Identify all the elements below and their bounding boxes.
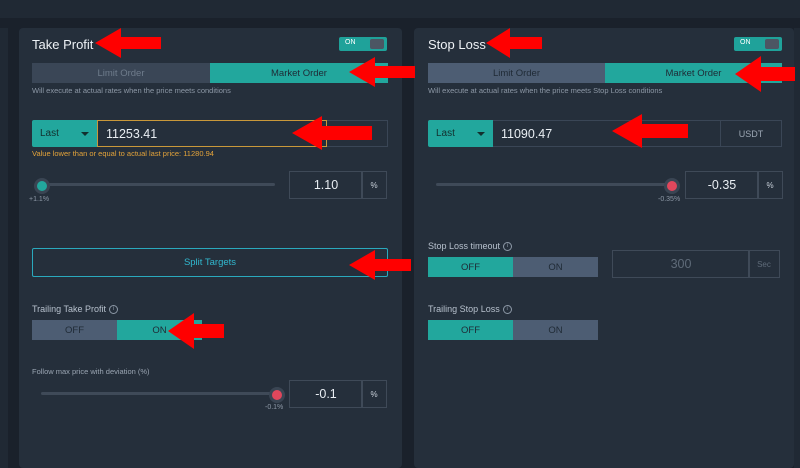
take-profit-hint: Will execute at actual rates when the pr…	[32, 86, 231, 95]
info-icon[interactable]: i	[503, 242, 513, 252]
deviation-unit: %	[361, 380, 387, 408]
red-arrow-annotation	[486, 28, 542, 58]
red-arrow-annotation	[292, 116, 372, 150]
price-source-select[interactable]: Last	[428, 120, 493, 147]
deviation-slider-track[interactable]	[41, 392, 275, 395]
toggle-label: ON	[740, 39, 751, 46]
left-edge-strip	[0, 28, 8, 468]
price-source-value: Last	[40, 128, 59, 139]
toggle-knob	[765, 39, 779, 49]
trailing-stop-loss-label: Trailing Stop Loss i	[428, 304, 512, 315]
price-source-select[interactable]: Last	[32, 120, 97, 147]
stop-loss-timeout-label: Stop Loss timeout i	[428, 241, 513, 252]
red-arrow-annotation	[95, 28, 161, 58]
top-strip	[0, 0, 800, 18]
red-arrow-annotation	[612, 114, 688, 148]
timeout-on-option[interactable]: ON	[513, 257, 598, 277]
red-arrow-annotation	[349, 57, 415, 87]
percent-unit: %	[361, 171, 387, 199]
deviation-label: Follow max price with deviation (%)	[32, 367, 150, 376]
take-profit-slider-tick: +1.1%	[29, 196, 50, 203]
price-source-value: Last	[436, 128, 455, 139]
timeout-unit: Sec	[748, 250, 780, 278]
timeout-seconds-input[interactable]: 300	[612, 250, 750, 278]
trailing-on-option[interactable]: ON	[513, 320, 598, 340]
percent-unit: %	[757, 171, 783, 199]
red-arrow-annotation	[735, 56, 795, 92]
info-icon[interactable]: i	[502, 305, 512, 315]
red-arrow-annotation	[168, 313, 224, 349]
deviation-input[interactable]: -0.1	[289, 380, 363, 408]
right-edge-strip	[794, 28, 800, 468]
stop-loss-toggle[interactable]: ON	[734, 37, 782, 51]
stop-loss-slider-thumb[interactable]	[664, 178, 680, 194]
stop-loss-hint: Will execute at actual rates when the pr…	[428, 86, 663, 95]
price-warning: Value lower than or equal to actual last…	[32, 149, 214, 158]
take-profit-panel: Take Profit ON Limit Order Market Order …	[19, 28, 402, 468]
trailing-stop-loss-text: Trailing Stop Loss	[428, 304, 500, 314]
dropdown-caret-icon	[477, 131, 485, 136]
take-profit-slider-thumb[interactable]	[34, 178, 50, 194]
split-targets-button[interactable]: Split Targets	[32, 248, 388, 277]
trailing-stop-loss-toggle: OFF ON	[428, 320, 598, 340]
take-profit-percent-input[interactable]: 1.10	[289, 171, 363, 199]
deviation-slider-tick: -0.1%	[265, 404, 284, 411]
red-arrow-annotation	[349, 250, 411, 280]
toggle-label: ON	[345, 39, 356, 46]
stop-loss-timeout-toggle: OFF ON	[428, 257, 598, 277]
stop-loss-order-type: Limit Order Market Order	[428, 63, 782, 83]
take-profit-slider-track[interactable]	[41, 183, 275, 186]
stop-loss-title: Stop Loss	[428, 37, 486, 52]
trailing-take-profit-label: Trailing Take Profit i	[32, 304, 119, 315]
take-profit-title: Take Profit	[32, 37, 94, 52]
take-profit-order-type: Limit Order Market Order	[32, 63, 388, 83]
stop-loss-slider-tick: -0.35%	[658, 196, 681, 203]
limit-order-tab[interactable]: Limit Order	[32, 63, 210, 83]
stop-loss-slider-track[interactable]	[436, 183, 670, 186]
toggle-knob	[370, 39, 384, 49]
deviation-slider-thumb[interactable]	[269, 387, 285, 403]
stop-loss-price-row: Last 11090.47 USDT	[428, 120, 782, 147]
take-profit-toggle[interactable]: ON	[339, 37, 387, 51]
trailing-off-option[interactable]: OFF	[428, 320, 513, 340]
info-icon[interactable]: i	[109, 305, 119, 315]
timeout-off-option[interactable]: OFF	[428, 257, 513, 277]
trailing-off-option[interactable]: OFF	[32, 320, 117, 340]
dropdown-caret-icon	[81, 131, 89, 136]
trailing-take-profit-text: Trailing Take Profit	[32, 304, 107, 314]
stop-loss-percent-input[interactable]: -0.35	[685, 171, 759, 199]
limit-order-tab[interactable]: Limit Order	[428, 63, 605, 83]
stop-loss-panel: Stop Loss ON Limit Order Market Order Wi…	[414, 28, 794, 468]
stop-loss-timeout-text: Stop Loss timeout	[428, 241, 501, 251]
price-unit: USDT	[721, 120, 782, 147]
